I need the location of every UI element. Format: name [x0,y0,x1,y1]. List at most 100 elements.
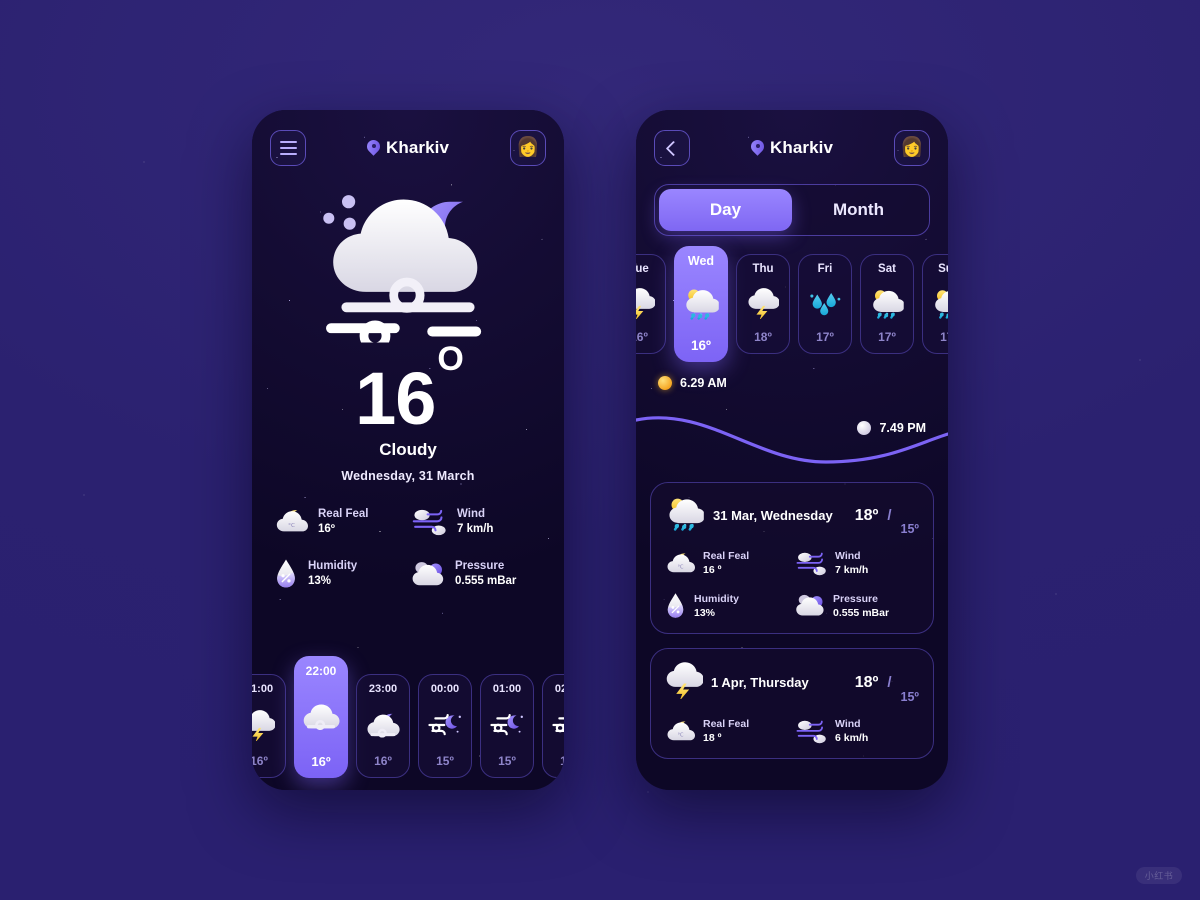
hour-time: 21:00 [252,683,274,695]
detail-real-feel: Real Feal 18 º [665,718,789,744]
detail-value: 18 º [703,732,722,744]
detail-value: 6 km/h [835,732,869,744]
forecast-high: 18º [854,673,879,691]
weekday-card[interactable]: Sun 17º [922,254,948,354]
hour-time: 23:00 [368,683,398,695]
weekday-temp: 17º [878,330,896,344]
phone-screen-home: Kharkiv 👩 16O Cloudy Wednesday, 31 March [252,110,564,790]
detail-value: 7 km/h [835,564,869,576]
humidity-droplet-icon [274,558,298,589]
detail-humidity: Humidity 13% [665,592,789,619]
weekday-forecast-strip[interactable]: Tue 16º Wed 16º Thu 18º Fri 17º [636,246,948,362]
hamburger-icon [279,141,297,155]
temperature-degree: O [437,340,463,379]
detail-label: Humidity [694,592,739,605]
forecast-separator: / [887,674,892,691]
hour-temp: 15º [560,754,564,768]
location-pin-icon [751,140,764,157]
wind-moon-icon [490,695,524,754]
hero-weather-illustration [252,170,564,360]
detail-label: Wind [835,550,861,562]
location-title: Kharkiv [367,138,449,158]
cloud-moon-icon [302,678,340,754]
weekday-name: Sat [878,263,896,275]
tab-month[interactable]: Month [792,189,925,231]
period-tabs[interactable]: Day Month [654,184,930,236]
forecast-card[interactable]: 31 Mar, Wednesday 18º / 15º Real Feal 16… [650,482,934,634]
cloud-moon-icon [366,695,400,754]
weekday-name: Fri [817,263,833,275]
hour-time: 22:00 [305,664,337,678]
hour-temp: 16º [252,754,268,768]
hourly-card[interactable]: 00:00 15º [418,674,472,778]
metric-value: 0.555 mBar [455,575,517,588]
home-screen-body: Kharkiv 👩 16O Cloudy Wednesday, 31 March [252,110,564,790]
wind-cloud-icon [795,551,827,576]
city-name: Kharkiv [385,138,450,157]
hour-temp: 16º [311,754,331,769]
detail-label: Real Feal [703,550,750,562]
profile-button[interactable]: 👩 [509,130,546,166]
sun-dot-icon [658,376,672,390]
weekday-card[interactable]: Fri 17º [798,254,852,354]
forecast-top-bar: Kharkiv 👩 [636,110,948,166]
tab-day[interactable]: Day [659,189,792,231]
menu-button[interactable] [270,130,306,166]
metric-label: Real Feal [318,508,369,521]
metric-label: Humidity [308,560,358,573]
metric-pressure: Pressure 0.555 mBar [411,558,542,589]
sun-cloud-rain-icon [682,268,720,338]
sunrise-sunset-section: 6.29 AM 7.49 PM [636,376,948,468]
chevron-left-icon [665,140,682,156]
sunrise-label: 6.29 AM [658,376,727,390]
sun-path-curve [636,416,948,464]
hourly-card-selected[interactable]: 22:00 16º [294,656,348,778]
detail-value: 16 º [703,564,722,576]
weekday-card[interactable]: Thu 18º [736,254,790,354]
forecast-card-header: 1 Apr, Thursday 18º / 15º [665,661,919,704]
weekday-name: Wed [687,254,715,268]
weekday-card-selected[interactable]: Wed 16º [674,246,728,362]
pressure-cloud-icon [411,560,445,588]
forecast-separator: / [887,507,892,524]
forecast-detail-grid: Real Feal 16 º Wind 7 km/h Humidity 13% … [665,550,919,619]
location-pin-icon [367,140,380,157]
sun-cloud-rain-icon [869,275,905,330]
sunrise-time: 6.29 AM [680,376,727,390]
hourly-card[interactable]: 02:00 15º [542,674,564,778]
weekday-card[interactable]: Tue 16º [636,254,666,354]
wind-cloud-icon [795,719,827,744]
forecast-low: 15º [900,522,919,536]
forecast-high: 18º [854,506,879,524]
temperature-value: 16 [355,357,436,440]
forecast-card[interactable]: 1 Apr, Thursday 18º / 15º Real Feal 18 º [650,648,934,759]
metric-value: 13% [308,575,332,588]
daily-forecast-cards: 31 Mar, Wednesday 18º / 15º Real Feal 16… [650,482,934,759]
hourly-card[interactable]: 21:00 16º [252,674,286,778]
city-name: Kharkiv [769,138,834,157]
back-button[interactable] [654,130,690,166]
cloud-moon-hero-icon [298,170,518,350]
forecast-low: 15º [900,690,919,704]
hourly-card[interactable]: 01:00 15º [480,674,534,778]
hourly-card[interactable]: 23:00 16º [356,674,410,778]
forecast-card-header: 31 Mar, Wednesday 18º / 15º [665,495,919,536]
weekday-card[interactable]: Sat 17º [860,254,914,354]
condition-label: Cloudy [379,440,437,460]
weekday-name: Tue [636,263,649,275]
current-date: Wednesday, 31 March [341,469,475,484]
wind-moon-icon [552,695,564,754]
profile-button[interactable]: 👩 [893,130,930,166]
weekday-name: Sun [938,263,948,275]
hour-time: 00:00 [430,683,460,695]
weekday-temp: 17º [816,330,834,344]
screens-stage: Kharkiv 👩 16O Cloudy Wednesday, 31 March [0,0,1200,900]
hour-temp: 15º [436,754,454,768]
forecast-screen-body: Kharkiv 👩 Day Month Tue 16º Wed [636,110,948,790]
wind-cloud-icon [411,508,447,536]
detail-label: Real Feal [703,718,750,730]
hourly-forecast-strip[interactable]: 21:00 16º 22:00 16º 23:00 16º 00:00 [252,656,564,790]
avatar-icon: 👩 [900,137,924,158]
hour-time: 02:00 [554,683,564,695]
humidity-droplet-icon [665,592,686,619]
